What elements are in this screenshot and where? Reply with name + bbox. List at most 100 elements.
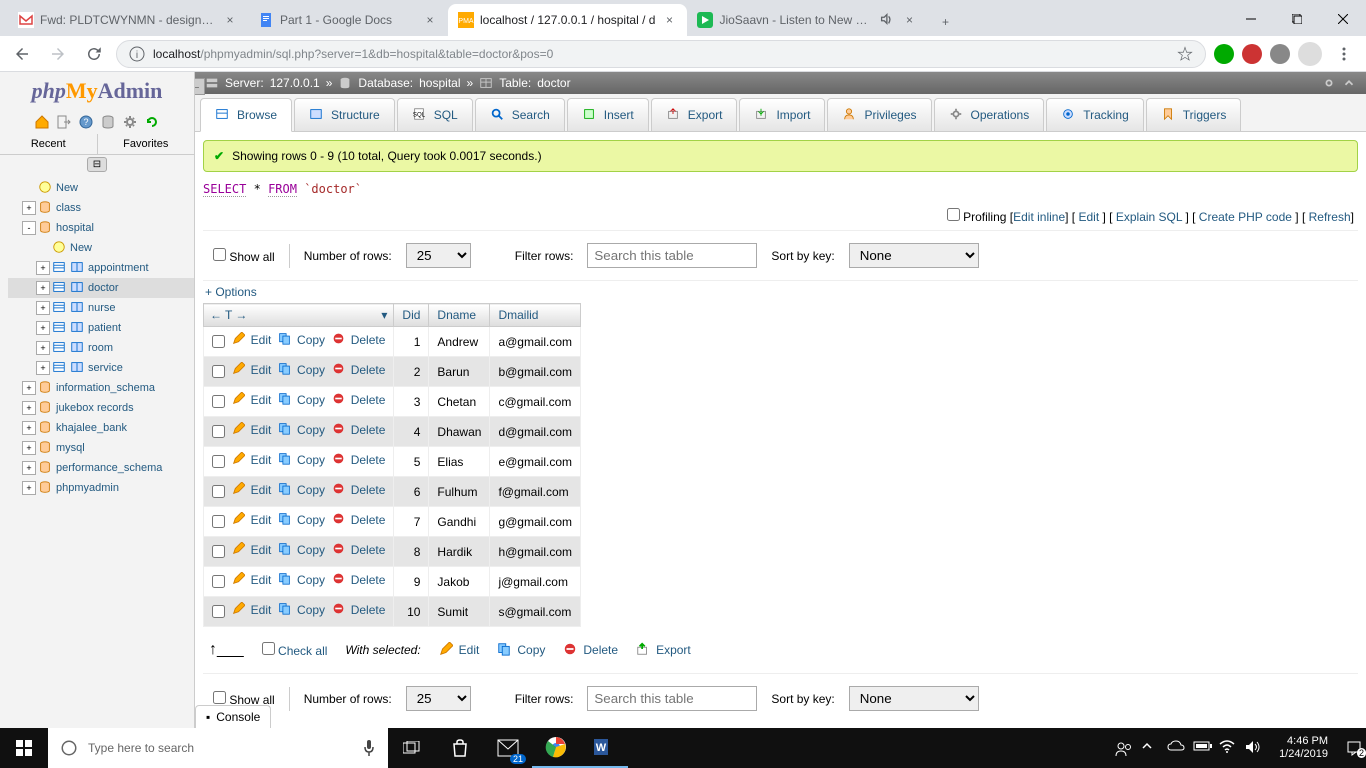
tree-item-New[interactable]: New (8, 238, 194, 258)
row-delete[interactable]: Delete (332, 422, 386, 438)
tab-privileges[interactable]: Privileges (827, 98, 931, 131)
row-edit[interactable]: Edit (232, 512, 272, 528)
close-button[interactable] (1320, 4, 1366, 34)
explain-link[interactable]: Explain SQL (1116, 210, 1182, 224)
tree-label[interactable]: information_schema (56, 382, 155, 394)
tree-label[interactable]: hospital (56, 222, 94, 234)
task-word[interactable]: W (580, 728, 628, 768)
expand-icon[interactable]: + (36, 261, 50, 275)
arrow-right-icon[interactable]: → (235, 308, 247, 322)
back-button[interactable] (8, 40, 36, 68)
close-icon[interactable]: × (661, 12, 677, 28)
row-copy[interactable]: Copy (278, 482, 325, 498)
expand-icon[interactable]: + (22, 441, 36, 455)
tray-up-icon[interactable] (1141, 740, 1157, 756)
bulk-export[interactable]: Export (636, 642, 691, 658)
tree-item-doctor[interactable]: +doctor (8, 278, 194, 298)
expand-icon[interactable]: + (22, 381, 36, 395)
row-edit[interactable]: Edit (232, 452, 272, 468)
onedrive-icon[interactable] (1167, 740, 1183, 756)
show-all-label[interactable]: Show all (213, 248, 275, 264)
tab-browse[interactable]: Browse (200, 98, 292, 132)
browser-tab-pma[interactable]: PMA localhost / 127.0.0.1 / hospital / d… (448, 4, 687, 36)
row-copy[interactable]: Copy (278, 512, 325, 528)
expand-icon[interactable]: + (22, 401, 36, 415)
col-did[interactable]: Did (394, 304, 429, 327)
row-delete[interactable]: Delete (332, 332, 386, 348)
tree-label[interactable]: appointment (88, 262, 149, 274)
num-rows-select-2[interactable]: 25 (406, 686, 471, 711)
gear-icon[interactable] (122, 114, 138, 130)
row-copy[interactable]: Copy (278, 422, 325, 438)
tree-item-information_schema[interactable]: + information_schema (8, 378, 194, 398)
sort-select[interactable]: None (849, 243, 979, 268)
col-dname[interactable]: Dname (429, 304, 490, 327)
row-checkbox[interactable] (212, 515, 225, 528)
row-edit[interactable]: Edit (232, 332, 272, 348)
collapse-handle[interactable]: ⊟ (87, 157, 107, 172)
tree-label[interactable]: class (56, 202, 81, 214)
docs-icon[interactable]: ? (78, 114, 94, 130)
task-mail[interactable]: 21 (484, 728, 532, 768)
row-copy[interactable]: Copy (278, 332, 325, 348)
tab-favorites[interactable]: Favorites (98, 134, 195, 154)
chevron-down-icon[interactable]: ▾ (381, 308, 387, 322)
close-icon[interactable]: × (901, 12, 917, 28)
tree-label[interactable]: mysql (56, 442, 85, 454)
panel-toggle[interactable]: ← (195, 78, 205, 95)
expand-icon[interactable]: + (36, 341, 50, 355)
row-checkbox[interactable] (212, 455, 225, 468)
bulk-edit[interactable]: Edit (439, 642, 480, 658)
tree-item-mysql[interactable]: + mysql (8, 438, 194, 458)
tree-label[interactable]: New (56, 182, 78, 194)
home-icon[interactable] (34, 114, 50, 130)
tree-item-room[interactable]: +room (8, 338, 194, 358)
reload-icon[interactable] (144, 114, 160, 130)
row-edit[interactable]: Edit (232, 602, 272, 618)
expand-icon[interactable]: + (36, 361, 50, 375)
address-bar[interactable]: i localhost/phpmyadmin/sql.php?server=1&… (116, 40, 1206, 68)
row-checkbox[interactable] (212, 605, 225, 618)
close-icon[interactable]: × (222, 12, 238, 28)
tab-import[interactable]: Import (739, 98, 825, 131)
taskbar-search[interactable]: Type here to search (48, 728, 388, 768)
tree-label[interactable]: nurse (88, 302, 116, 314)
row-checkbox[interactable] (212, 335, 225, 348)
row-edit[interactable]: Edit (232, 422, 272, 438)
menu-button[interactable] (1330, 40, 1358, 68)
num-rows-select[interactable]: 25 (406, 243, 471, 268)
create-php-link[interactable]: Create PHP code (1199, 210, 1292, 224)
maximize-button[interactable] (1274, 4, 1320, 34)
chevron-up-icon[interactable] (1342, 76, 1356, 90)
tab-export[interactable]: Export (651, 98, 738, 131)
tree-label[interactable]: patient (88, 322, 121, 334)
search-input-2[interactable] (587, 686, 757, 711)
col-dmailid[interactable]: Dmailid (490, 304, 581, 327)
row-delete[interactable]: Delete (332, 482, 386, 498)
row-checkbox[interactable] (212, 365, 225, 378)
tree-item-class[interactable]: + class (8, 198, 194, 218)
row-delete[interactable]: Delete (332, 452, 386, 468)
star-icon[interactable] (1177, 46, 1193, 62)
expand-icon[interactable]: + (36, 281, 50, 295)
sql-icon[interactable] (100, 114, 116, 130)
tab-triggers[interactable]: Triggers (1146, 98, 1242, 131)
tab-structure[interactable]: Structure (294, 98, 395, 131)
row-copy[interactable]: Copy (278, 452, 325, 468)
row-checkbox[interactable] (212, 395, 225, 408)
task-chrome[interactable] (532, 728, 580, 768)
mic-icon[interactable] (362, 739, 376, 757)
tree-item-hospital[interactable]: -hospital (8, 218, 194, 238)
row-checkbox[interactable] (212, 545, 225, 558)
audio-icon[interactable] (879, 12, 895, 28)
info-icon[interactable]: i (129, 46, 145, 62)
battery-icon[interactable] (1193, 740, 1209, 756)
forward-button[interactable] (44, 40, 72, 68)
expand-icon[interactable]: + (22, 201, 36, 215)
expand-icon[interactable]: + (36, 301, 50, 315)
row-checkbox[interactable] (212, 425, 225, 438)
row-delete[interactable]: Delete (332, 542, 386, 558)
search-input[interactable] (587, 243, 757, 268)
edit-inline-link[interactable]: Edit inline (1013, 210, 1065, 224)
row-edit[interactable]: Edit (232, 392, 272, 408)
